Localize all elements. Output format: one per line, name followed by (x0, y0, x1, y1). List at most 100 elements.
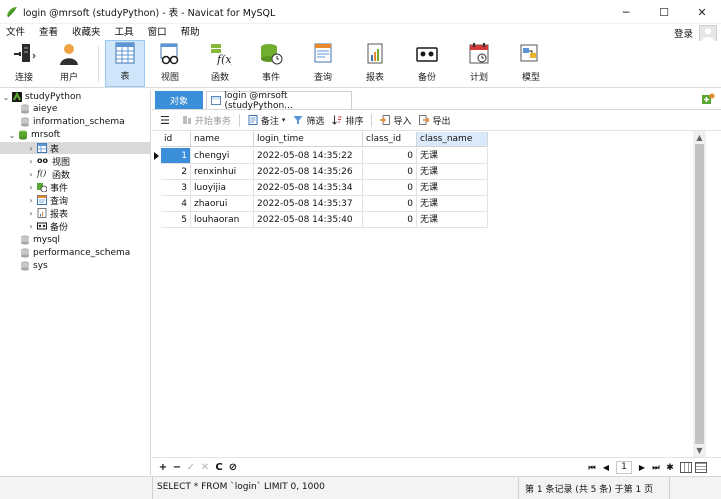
chevron-right-icon[interactable]: › (27, 209, 35, 218)
cell-login-time[interactable]: 2022-05-08 14:35:34 (254, 180, 363, 196)
tool-event[interactable]: 事件 (245, 40, 297, 87)
cell-class-id[interactable]: 0 (363, 196, 417, 212)
tool-schedule[interactable]: 计划 (453, 40, 505, 87)
tree-node-functions[interactable]: › f() 函数 (27, 168, 70, 181)
column-header-class-id[interactable]: class_id (363, 132, 417, 147)
tree-node-tables[interactable]: › 表 (0, 142, 150, 155)
cell-class-id[interactable]: 0 (363, 212, 417, 228)
chevron-right-icon[interactable]: › (27, 183, 35, 192)
cell-class-id[interactable]: 0 (363, 164, 417, 180)
tool-connection[interactable]: 连接 (2, 40, 46, 87)
chevron-right-icon[interactable]: › (27, 157, 35, 166)
tree-db-mysql[interactable]: mysql (18, 234, 60, 246)
maximize-button[interactable]: ☐ (645, 0, 683, 24)
cell-name[interactable]: luoyijia (191, 180, 254, 196)
table-row[interactable]: 5 louhaoran 2022-05-08 14:35:40 0 无课 (152, 212, 488, 228)
cell-name[interactable]: louhaoran (191, 212, 254, 228)
cell-login-time[interactable]: 2022-05-08 14:35:22 (254, 148, 363, 164)
table-row[interactable]: 4 zhaorui 2022-05-08 14:35:37 0 无课 (152, 196, 488, 212)
memo-button[interactable]: 备注 ▾ (248, 114, 286, 127)
tool-model[interactable]: 模型 (505, 40, 557, 87)
tool-table[interactable]: 表 (105, 40, 145, 87)
tree-node-reports[interactable]: › 报表 (27, 207, 68, 220)
minimize-button[interactable]: ─ (607, 0, 645, 24)
export-button[interactable]: 导出 (419, 114, 450, 127)
chevron-right-icon[interactable]: › (27, 170, 35, 179)
close-button[interactable]: ✕ (683, 0, 721, 24)
cell-id[interactable]: 4 (161, 196, 191, 212)
tool-function[interactable]: f(x) 函数 (195, 40, 245, 87)
cell-name[interactable]: chengyi (191, 148, 254, 164)
scroll-down-button[interactable]: ▼ (693, 444, 706, 457)
cell-login-time[interactable]: 2022-05-08 14:35:26 (254, 164, 363, 180)
chevron-right-icon[interactable]: › (27, 196, 35, 205)
menu-view[interactable]: 查看 (32, 24, 65, 41)
cell-class-name[interactable]: 无课 (417, 196, 488, 212)
table-row[interactable]: 2 renxinhui 2022-05-08 14:35:26 0 无课 (152, 164, 488, 180)
tree-connection[interactable]: ⌄ studyPython (2, 91, 81, 103)
tree-db-information-schema[interactable]: information_schema (18, 116, 125, 128)
cell-class-id[interactable]: 0 (363, 180, 417, 196)
form-view-icon[interactable] (695, 462, 707, 473)
table-row[interactable]: 3 luoyijia 2022-05-08 14:35:34 0 无课 (152, 180, 488, 196)
scroll-up-button[interactable]: ▲ (693, 131, 706, 144)
tree-node-views[interactable]: › oo 视图 (27, 155, 70, 168)
tree-db-aieye[interactable]: aieye (18, 103, 57, 115)
grid-view-icon[interactable] (680, 462, 692, 473)
settings-icon[interactable]: ✱ (663, 463, 677, 473)
menu-window[interactable]: 窗口 (141, 24, 174, 41)
cell-name[interactable]: zhaorui (191, 196, 254, 212)
column-header-name[interactable]: name (191, 132, 254, 147)
cell-id[interactable]: 5 (161, 212, 191, 228)
menu-help[interactable]: 帮助 (174, 24, 207, 41)
tree-node-events[interactable]: › 事件 (27, 181, 68, 194)
import-button[interactable]: 导入 (380, 114, 411, 127)
tab-table-login[interactable]: login @mrsoft (studyPython... (206, 91, 352, 111)
scrollbar-thumb[interactable] (695, 144, 704, 444)
add-record-button[interactable]: + (156, 462, 170, 473)
prev-page-button[interactable]: ◀ (599, 463, 613, 472)
column-header-id[interactable]: id (161, 132, 191, 147)
tool-user[interactable]: 用户 (46, 40, 92, 87)
tree-db-mrsoft[interactable]: ⌄ mrsoft (8, 129, 61, 141)
cell-login-time[interactable]: 2022-05-08 14:35:40 (254, 212, 363, 228)
refresh-button[interactable]: C (212, 462, 226, 473)
page-number-input[interactable]: 1 (616, 461, 632, 474)
chevron-down-icon[interactable]: ⌄ (2, 93, 10, 102)
new-tab-icon[interactable] (702, 93, 715, 105)
cell-id[interactable]: 2 (161, 164, 191, 180)
tab-objects[interactable]: 对象 (155, 91, 203, 109)
cell-class-name[interactable]: 无课 (417, 148, 488, 164)
discard-changes-button[interactable]: ✕ (198, 462, 212, 473)
chevron-right-icon[interactable]: › (27, 222, 35, 231)
apply-changes-button[interactable]: ✓ (184, 462, 198, 473)
chevron-right-icon[interactable]: › (27, 144, 35, 153)
cell-class-name[interactable]: 无课 (417, 212, 488, 228)
stop-button[interactable]: ⊘ (226, 462, 240, 473)
tool-backup[interactable]: 备份 (401, 40, 453, 87)
tree-db-performance-schema[interactable]: performance_schema (18, 247, 130, 259)
tree-node-queries[interactable]: › 查询 (27, 194, 68, 207)
tool-query[interactable]: 查询 (297, 40, 349, 87)
login-link[interactable]: 登录 (674, 26, 693, 40)
chevron-down-icon[interactable]: ▾ (282, 116, 286, 124)
first-page-button[interactable]: ⏮ (585, 463, 599, 473)
column-header-login-time[interactable]: login_time (254, 132, 363, 147)
column-header-class-name[interactable]: class_name (417, 132, 488, 147)
menu-icon[interactable]: ☰ (160, 114, 170, 127)
cell-id[interactable]: 1 (161, 148, 191, 164)
cell-login-time[interactable]: 2022-05-08 14:35:37 (254, 196, 363, 212)
cell-name[interactable]: renxinhui (191, 164, 254, 180)
cell-class-id[interactable]: 0 (363, 148, 417, 164)
vertical-scrollbar[interactable]: ▲ ▼ (693, 131, 706, 457)
menu-file[interactable]: 文件 (0, 24, 32, 41)
cell-class-name[interactable]: 无课 (417, 164, 488, 180)
next-page-button[interactable]: ▶ (635, 463, 649, 472)
begin-transaction-button[interactable]: 开始事务 (182, 114, 231, 127)
tool-view[interactable]: 视图 (145, 40, 195, 87)
tree-db-sys[interactable]: sys (18, 260, 48, 272)
tool-report[interactable]: 报表 (349, 40, 401, 87)
menu-favorites[interactable]: 收藏夹 (65, 24, 108, 41)
cell-class-name[interactable]: 无课 (417, 180, 488, 196)
last-page-button[interactable]: ⏭ (649, 463, 663, 473)
